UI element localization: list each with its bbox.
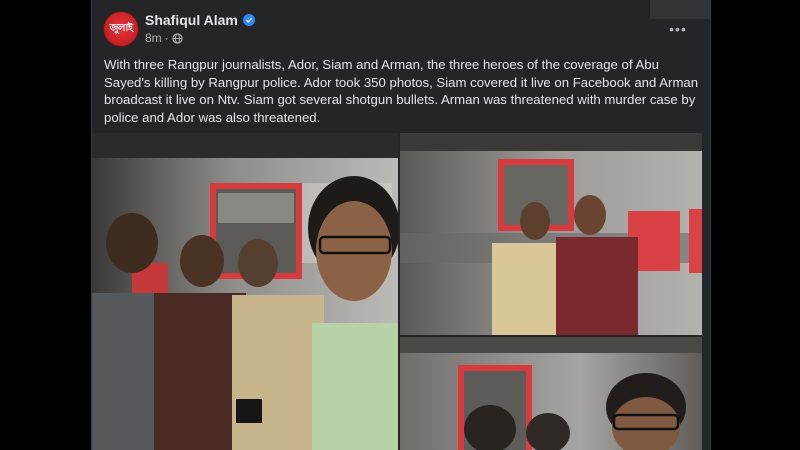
globe-icon[interactable] — [172, 32, 183, 44]
avatar[interactable]: জুলাই — [104, 12, 138, 46]
photo-1[interactable] — [92, 133, 398, 450]
photo-grid — [92, 133, 710, 450]
author-name[interactable]: Shafiqul Alam — [145, 12, 238, 28]
post-header: জুলাই Shafiqul Alam 8m · ••• — [104, 11, 700, 47]
avatar-logo-text: জুলাই — [109, 22, 134, 34]
meta-separator: · — [164, 31, 169, 45]
photo-3[interactable] — [400, 337, 702, 450]
photo-grid-gutter — [702, 133, 710, 450]
post-text: With three Rangpur journalists, Ador, Si… — [104, 57, 699, 125]
post-timestamp[interactable]: 8m — [145, 31, 162, 45]
more-options-icon[interactable]: ••• — [666, 17, 690, 41]
facebook-post: জুলাই Shafiqul Alam 8m · ••• With three … — [92, 0, 710, 450]
photo-2[interactable] — [400, 133, 702, 335]
verified-badge-icon — [242, 14, 255, 26]
author-row: Shafiqul Alam — [145, 12, 255, 28]
more-options-label: ••• — [669, 21, 687, 37]
post-meta: 8m · — [145, 31, 183, 45]
